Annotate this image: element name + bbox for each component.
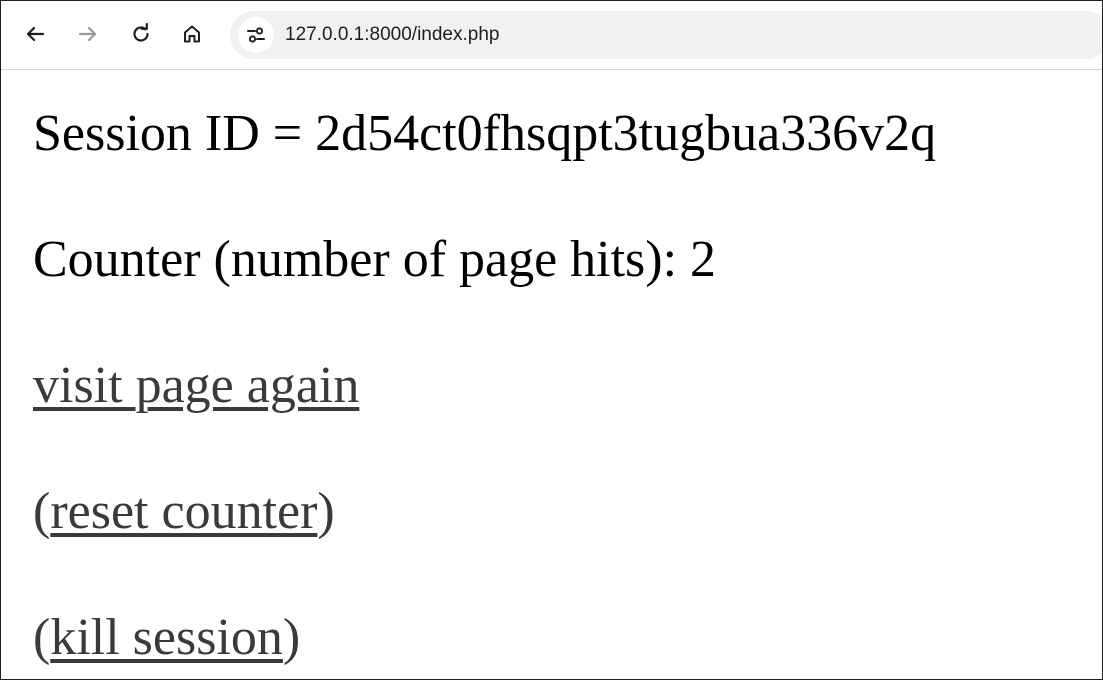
back-arrow-icon — [26, 26, 45, 42]
url-text[interactable]: 127.0.0.1:8000/index.php — [285, 11, 499, 59]
forward-arrow-icon — [78, 26, 97, 42]
site-settings-icon — [247, 27, 265, 43]
reload-button[interactable] — [123, 16, 159, 52]
open-paren: ( — [33, 483, 51, 540]
session-id-text: Session ID = 2d54ct0fhsqpt3tugbua336v2q — [33, 105, 937, 162]
close-paren: ) — [317, 483, 335, 540]
site-info-button[interactable] — [238, 17, 274, 53]
kill-session-row: (kill session) — [33, 608, 300, 668]
counter-text: Counter (number of page hits): 2 — [33, 231, 717, 288]
browser-window: 127.0.0.1:8000/index.php Session ID = 2d… — [0, 0, 1103, 680]
reset-counter-link[interactable]: reset counter — [50, 483, 317, 540]
kill-session-link[interactable]: kill session — [50, 609, 283, 666]
browser-toolbar: 127.0.0.1:8000/index.php — [1, 1, 1102, 70]
reload-icon — [133, 23, 149, 42]
open-paren: ( — [33, 609, 51, 666]
visit-page-again-link[interactable]: visit page again — [33, 357, 359, 414]
address-bar[interactable]: 127.0.0.1:8000/index.php — [230, 11, 1102, 59]
forward-button[interactable] — [70, 16, 106, 52]
back-button[interactable] — [17, 16, 53, 52]
home-button[interactable] — [174, 16, 210, 52]
visit-page-row: visit page again — [33, 356, 359, 416]
close-paren: ) — [282, 609, 301, 666]
home-icon — [184, 25, 200, 43]
reset-counter-row: (reset counter) — [33, 482, 335, 542]
